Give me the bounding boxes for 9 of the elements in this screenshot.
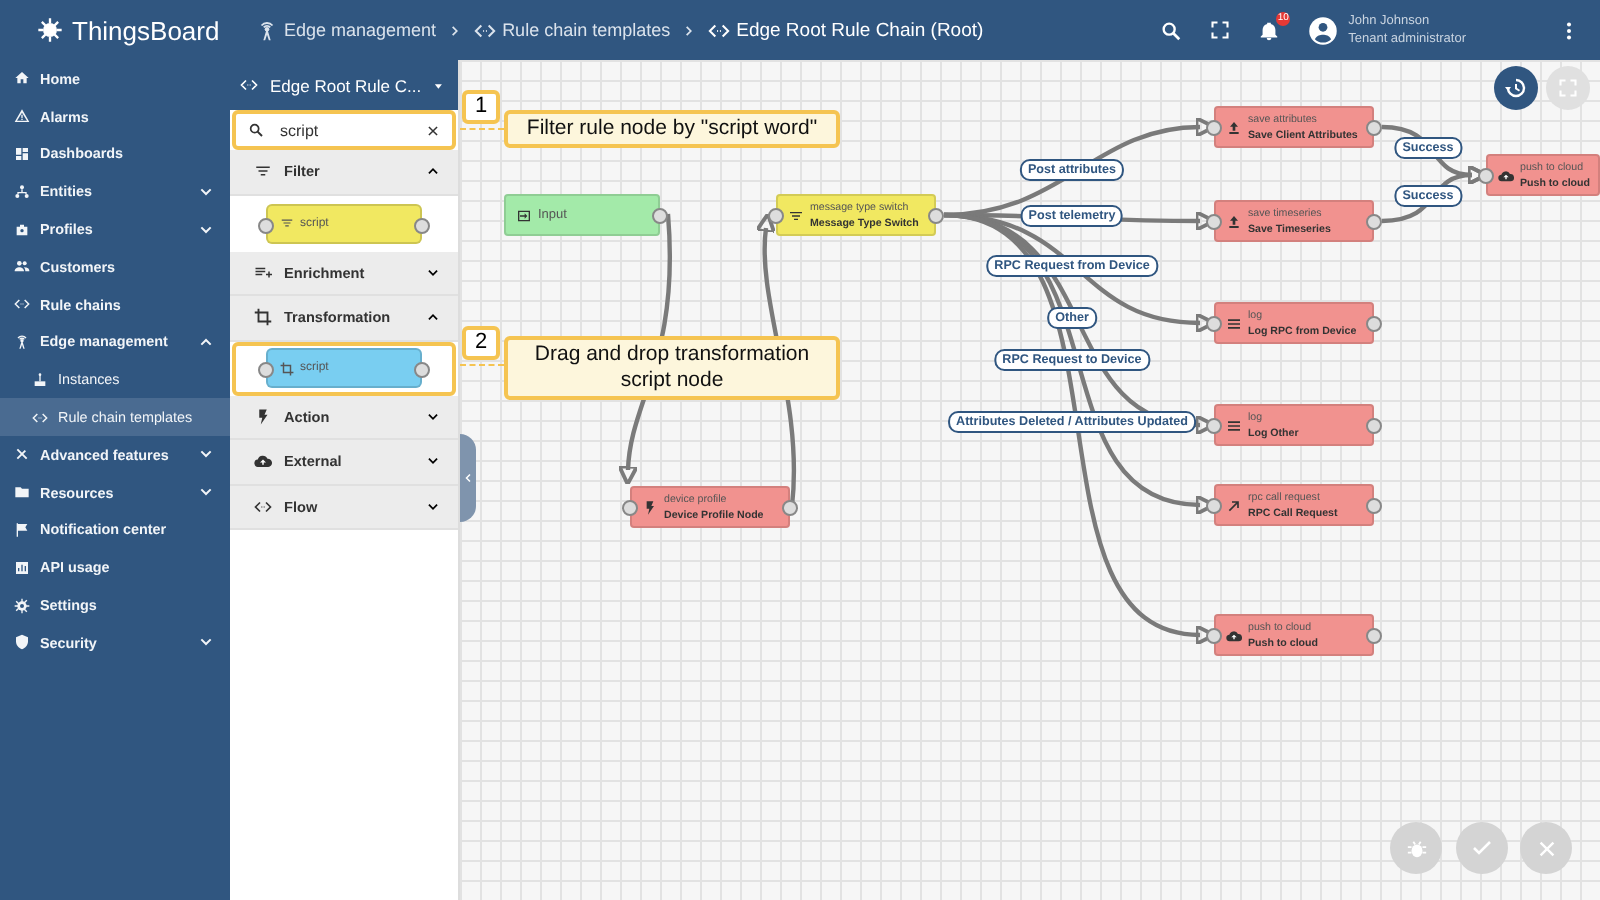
callout-text: Filter rule node by "script word" — [504, 110, 840, 148]
breadcrumb-link[interactable]: Edge management — [256, 19, 437, 41]
step-number: 1 — [462, 90, 500, 124]
breadcrumb-link[interactable]: Rule chain templates — [474, 19, 671, 41]
step-number: 2 — [462, 326, 500, 360]
app-title: ThingsBoard — [72, 15, 220, 45]
breadcrumb-link[interactable]: Edge Root Rule Chain (Root) — [708, 19, 984, 41]
search-field[interactable]: script — [232, 110, 456, 150]
callout-text: Drag and drop transformation script node — [504, 336, 840, 400]
